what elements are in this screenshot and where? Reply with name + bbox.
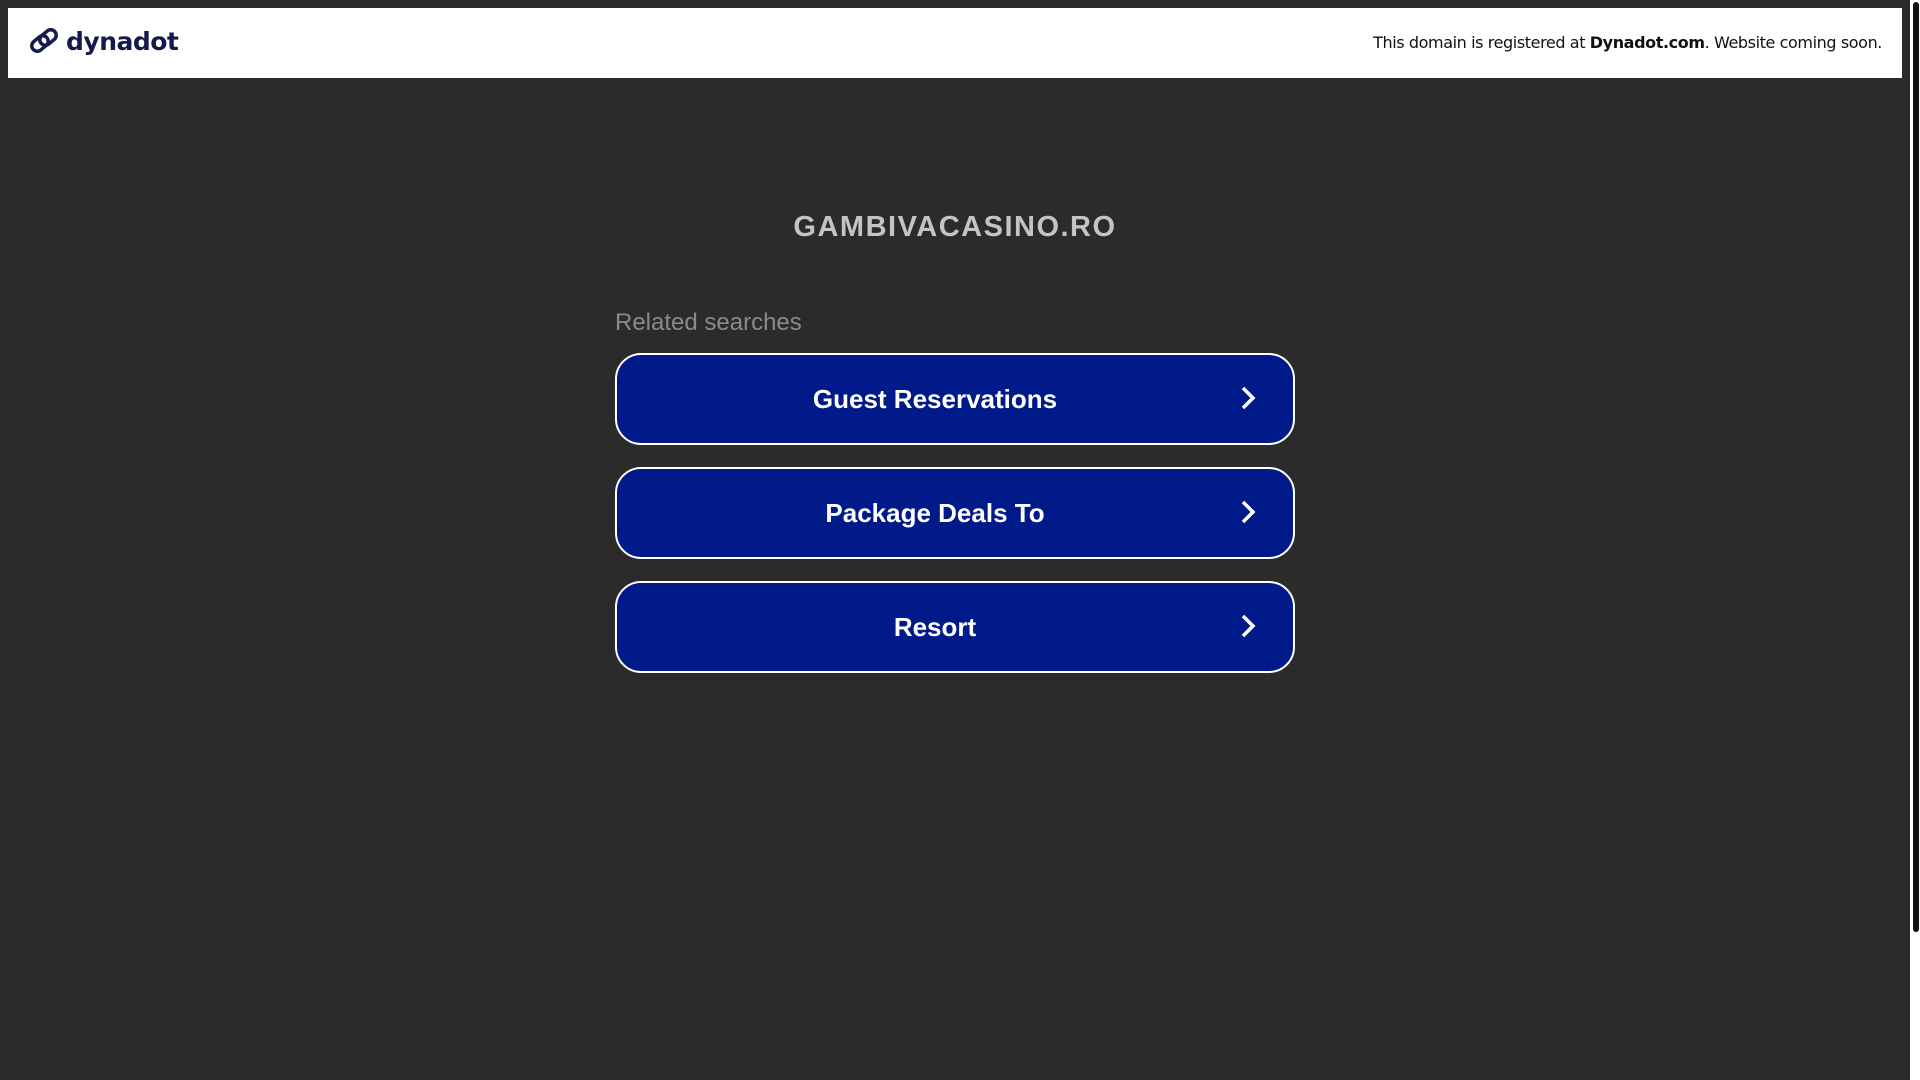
- domain-title: GAMBIVACASINO.RO: [793, 211, 1117, 243]
- registration-notice: This domain is registered at Dynadot.com…: [1373, 33, 1882, 52]
- related-searches-label: Related searches: [615, 309, 802, 336]
- notice-suffix: . Website coming soon.: [1704, 33, 1883, 52]
- chevron-right-icon: [1241, 500, 1256, 524]
- search-link-resort[interactable]: Resort: [615, 581, 1295, 673]
- chevron-right-icon: [1241, 386, 1256, 410]
- top-banner: dynadot This domain is registered at Dyn…: [8, 8, 1902, 78]
- chevron-right-icon: [1241, 614, 1256, 638]
- search-link-label: Package Deals To: [825, 497, 1045, 528]
- search-link-label: Resort: [893, 611, 977, 642]
- dynadot-logo[interactable]: dynadot: [28, 25, 179, 57]
- search-link-label: Guest Reservations: [812, 383, 1058, 414]
- chain-link-icon: [30, 28, 58, 53]
- scrollbar-thumb[interactable]: [1913, 2, 1919, 932]
- notice-prefix: This domain is registered at: [1373, 33, 1590, 52]
- dynadot-link[interactable]: Dynadot.com: [1590, 33, 1705, 52]
- logo-text: dynadot: [66, 26, 179, 56]
- search-link-guest-reservations[interactable]: Guest Reservations: [615, 353, 1295, 445]
- search-link-package-deals-to[interactable]: Package Deals To: [615, 467, 1295, 559]
